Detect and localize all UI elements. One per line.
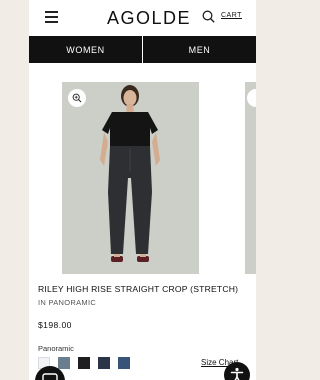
category-nav: WOMEN MEN bbox=[29, 36, 256, 63]
cart-link[interactable]: CART bbox=[221, 12, 242, 19]
zoom-button-secondary[interactable] bbox=[247, 89, 256, 107]
brand-logo[interactable]: AGOLDE bbox=[107, 8, 191, 29]
accessibility-icon bbox=[230, 367, 244, 380]
next-product-image[interactable] bbox=[245, 82, 256, 274]
nav-item-men[interactable]: MEN bbox=[142, 36, 256, 63]
zoom-button[interactable] bbox=[68, 89, 86, 107]
product-page: AGOLDE CART WOMEN MEN RILEY HIGH RISE ST… bbox=[29, 0, 256, 380]
zoom-in-icon bbox=[72, 93, 82, 103]
hamburger-menu-icon[interactable] bbox=[45, 11, 58, 23]
selected-color-label: Panoramic bbox=[38, 344, 74, 353]
color-swatch-3[interactable] bbox=[78, 357, 90, 369]
product-color-name: IN PANORAMIC bbox=[38, 298, 97, 307]
color-swatch-4[interactable] bbox=[98, 357, 110, 369]
product-image[interactable] bbox=[62, 82, 199, 274]
product-title: RILEY HIGH RISE STRAIGHT CROP (STRETCH) bbox=[38, 284, 239, 294]
nav-item-women[interactable]: WOMEN bbox=[29, 36, 142, 63]
product-price: $198.00 bbox=[38, 320, 72, 330]
chat-bubble-button[interactable] bbox=[35, 366, 65, 380]
search-icon[interactable] bbox=[202, 10, 215, 23]
site-header: AGOLDE CART bbox=[29, 0, 256, 36]
chat-icon bbox=[42, 373, 58, 380]
color-swatch-5[interactable] bbox=[118, 357, 130, 369]
product-photo bbox=[62, 82, 199, 274]
